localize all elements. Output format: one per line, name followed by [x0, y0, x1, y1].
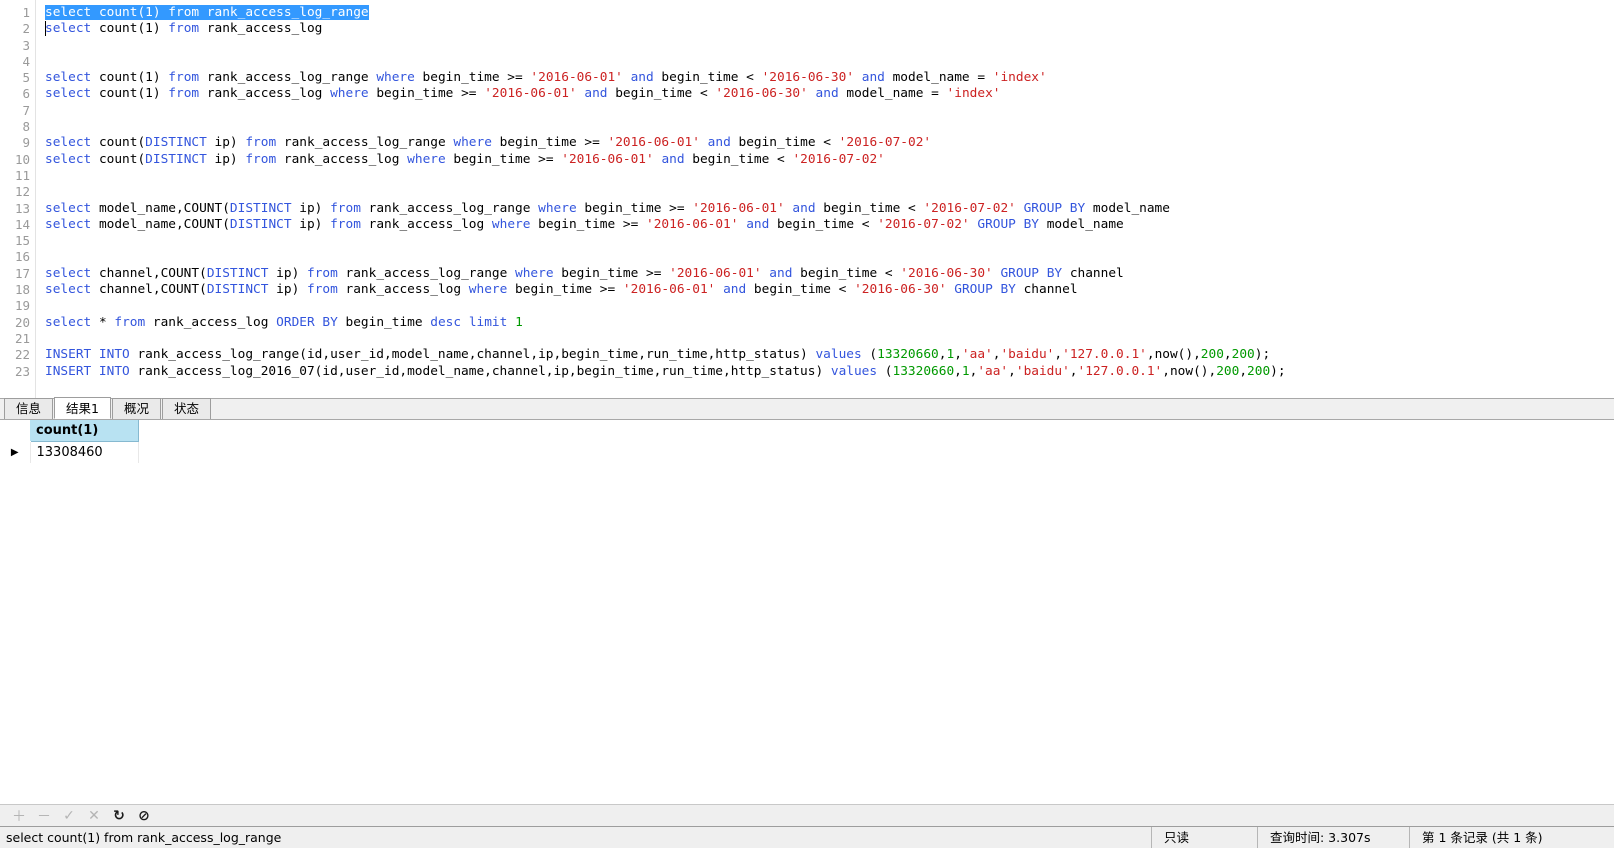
record-navigation-toolbar: ＋ － ✓ ✕ ↻ ⊘ — [0, 804, 1614, 826]
code-line[interactable]: select model_name,COUNT(DISTINCT ip) fro… — [45, 217, 1614, 233]
status-query-time: 查询时间: 3.307s — [1257, 827, 1409, 848]
line-number: 1 — [22, 5, 30, 20]
line-number: 21 — [14, 330, 30, 346]
code-line[interactable]: select count(1) from rank_access_log whe… — [45, 86, 1614, 102]
tab-1[interactable]: 结果1 — [54, 397, 111, 419]
current-row-indicator: ▶ — [0, 441, 31, 463]
code-line[interactable] — [45, 119, 1614, 135]
tab-0[interactable]: 信息 — [4, 398, 54, 419]
code-line[interactable]: INSERT INTO rank_access_log_2016_07(id,u… — [45, 364, 1614, 380]
code-line[interactable]: select channel,COUNT(DISTINCT ip) from r… — [45, 282, 1614, 298]
tab-3[interactable]: 状态 — [161, 398, 211, 419]
line-number: 3 — [22, 37, 30, 53]
code-line[interactable] — [45, 168, 1614, 184]
code-line[interactable]: select count(1) from rank_access_log_ran… — [45, 70, 1614, 86]
line-number: 18 — [14, 282, 30, 298]
code-line[interactable] — [45, 184, 1614, 200]
cell-0[interactable]: 13308460 — [30, 441, 139, 463]
status-readonly: 只读 — [1151, 827, 1257, 848]
result-grid-header-row: count(1) — [0, 420, 1614, 442]
code-line[interactable]: select count(DISTINCT ip) from rank_acce… — [45, 152, 1614, 168]
line-number: 13 — [14, 200, 30, 216]
code-line[interactable]: select count(DISTINCT ip) from rank_acce… — [45, 135, 1614, 151]
result-tabstrip: 信息 结果1 概况 状态 — [0, 397, 1614, 420]
column-header-filler — [138, 420, 1614, 442]
apply-changes-button: ✓ — [63, 807, 75, 824]
sql-client-window: 1 2 3 4 5 6 7 8 9 10 11 12 13 14 15 16 17 18 19 20 21 22 23 se… — [0, 0, 1614, 848]
column-header-0[interactable]: count(1) — [30, 420, 139, 442]
line-number: 6 — [22, 86, 30, 102]
code-line[interactable]: select count(1) from rank_access_log — [45, 21, 1614, 37]
tab-2[interactable]: 概况 — [111, 398, 161, 419]
line-number: 22 — [14, 347, 30, 363]
status-query-text: select count(1) from rank_access_log_ran… — [6, 830, 282, 845]
cell-filler — [138, 441, 1614, 463]
line-number: 17 — [14, 265, 30, 281]
line-number: 14 — [14, 216, 30, 232]
result-grid: count(1) ▶ 13308460 — [0, 420, 1614, 463]
row-marker-header — [0, 420, 30, 442]
text-caret — [45, 21, 46, 36]
refresh-button[interactable]: ↻ — [108, 807, 130, 825]
line-number: 2 — [22, 21, 30, 37]
table-row[interactable]: ▶ 13308460 — [0, 441, 1614, 463]
code-line[interactable]: select count(1) from rank_access_log_ran… — [45, 5, 1614, 21]
line-number: 9 — [22, 135, 30, 151]
sql-editor[interactable]: 1 2 3 4 5 6 7 8 9 10 11 12 13 14 15 16 17 18 19 20 21 22 23 se… — [0, 0, 1614, 398]
line-number: 4 — [22, 53, 30, 69]
sql-code-area[interactable]: select count(1) from rank_access_log_ran… — [36, 0, 1614, 398]
line-number: 23 — [14, 363, 30, 379]
selected-text: select count(1) from rank_access_log_ran… — [45, 5, 369, 20]
code-line[interactable] — [45, 298, 1614, 314]
code-line[interactable] — [45, 331, 1614, 347]
add-record-button: ＋ — [12, 808, 26, 825]
line-number: 8 — [22, 119, 30, 135]
cancel-changes-button: ✕ — [88, 807, 100, 824]
code-line[interactable] — [45, 233, 1614, 249]
line-number: 20 — [14, 314, 30, 330]
result-grid-area[interactable]: count(1) ▶ 13308460 — [0, 420, 1614, 804]
code-line[interactable]: select * from rank_access_log ORDER BY b… — [45, 315, 1614, 331]
stop-button[interactable]: ⊘ — [133, 807, 155, 825]
code-line[interactable]: select channel,COUNT(DISTINCT ip) from r… — [45, 266, 1614, 282]
line-number: 5 — [22, 70, 30, 86]
line-number: 19 — [14, 298, 30, 314]
remove-record-button: － — [37, 808, 51, 825]
line-number: 15 — [14, 233, 30, 249]
line-number: 10 — [14, 151, 30, 167]
line-number: 12 — [14, 184, 30, 200]
line-number: 11 — [14, 167, 30, 183]
line-number-gutter: 1 2 3 4 5 6 7 8 9 10 11 12 13 14 15 16 17 18 19 20 21 22 23 — [0, 0, 36, 398]
code-line[interactable]: INSERT INTO rank_access_log_range(id,use… — [45, 347, 1614, 363]
code-line[interactable] — [45, 54, 1614, 70]
code-line[interactable] — [45, 103, 1614, 119]
code-line[interactable] — [45, 249, 1614, 265]
line-number: 7 — [22, 102, 30, 118]
status-bar: select count(1) from rank_access_log_ran… — [0, 826, 1614, 848]
code-line[interactable]: select model_name,COUNT(DISTINCT ip) fro… — [45, 201, 1614, 217]
line-number: 16 — [14, 249, 30, 265]
status-record-info: 第 1 条记录 (共 1 条) — [1409, 827, 1614, 848]
code-line[interactable] — [45, 38, 1614, 54]
